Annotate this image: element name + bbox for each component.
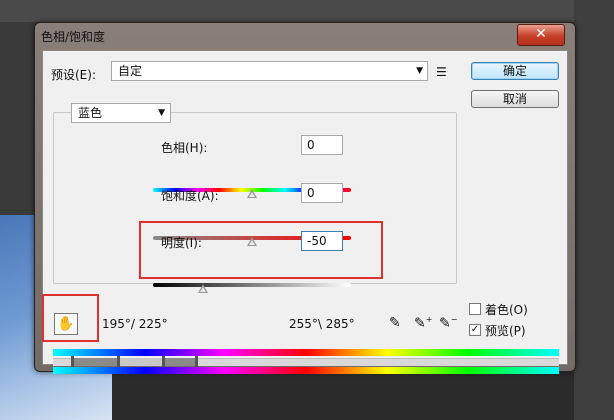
eyedropper-plus-icon[interactable]: ✎+: [414, 315, 432, 332]
saturation-label: 饱和度(A):: [161, 189, 219, 203]
eyedropper-minus-icon[interactable]: ✎−: [439, 315, 457, 332]
background-top: [0, 0, 614, 22]
hue-slider-thumb[interactable]: [247, 189, 257, 198]
ok-button[interactable]: 确定: [471, 62, 559, 80]
color-range-core[interactable]: [117, 358, 163, 366]
colorize-label: 着色(O): [485, 303, 528, 317]
hue-input[interactable]: 0: [301, 135, 343, 155]
chevron-down-icon: ▼: [416, 66, 423, 76]
preview-label: 预览(P): [485, 324, 526, 338]
preset-label: 预设(E):: [51, 68, 96, 82]
background-canvas: [112, 372, 614, 420]
close-button[interactable]: ✕: [517, 24, 565, 46]
preset-menu-icon[interactable]: ☰: [436, 65, 447, 79]
range-right-readout: 255°\ 285°: [289, 317, 355, 331]
preset-select[interactable]: 自定 ▼: [111, 61, 428, 81]
titlebar: 色相/饱和度 ✕: [35, 23, 575, 49]
source-color-bar: [53, 349, 559, 356]
channel-value: 蓝色: [78, 106, 103, 120]
annotation-lightness-highlight: [139, 221, 383, 279]
chevron-down-icon: ▼: [158, 108, 165, 118]
colorize-checkbox[interactable]: [469, 303, 481, 315]
lightness-slider-track[interactable]: [153, 283, 351, 287]
cancel-button[interactable]: 取消: [471, 90, 559, 108]
range-left-readout: 195°/ 225°: [102, 317, 168, 331]
background-right: [574, 0, 614, 420]
hand-icon: ✋: [57, 316, 75, 332]
preview-checkbox[interactable]: ✓: [469, 324, 481, 336]
result-color-bar: [53, 367, 559, 374]
hand-tool-button[interactable]: ✋: [54, 313, 78, 335]
dialog-body: 预设(E): 自定 ▼ ☰ 确定 取消 蓝色 ▼ 色相(H): 0 饱和度(A)…: [42, 50, 568, 374]
eyedropper-icon[interactable]: ✎: [389, 315, 401, 331]
channel-select[interactable]: 蓝色 ▼: [71, 103, 171, 123]
saturation-input[interactable]: 0: [301, 183, 343, 203]
close-icon: ✕: [535, 26, 547, 42]
lightness-slider-thumb[interactable]: [197, 284, 208, 293]
preset-value: 自定: [118, 64, 143, 78]
hue-label: 色相(H):: [161, 141, 208, 155]
dialog-title: 色相/饱和度: [41, 30, 106, 44]
hue-saturation-dialog: 色相/饱和度 ✕ 预设(E): 自定 ▼ ☰ 确定 取消 蓝色 ▼ 色相(H):…: [34, 22, 576, 374]
